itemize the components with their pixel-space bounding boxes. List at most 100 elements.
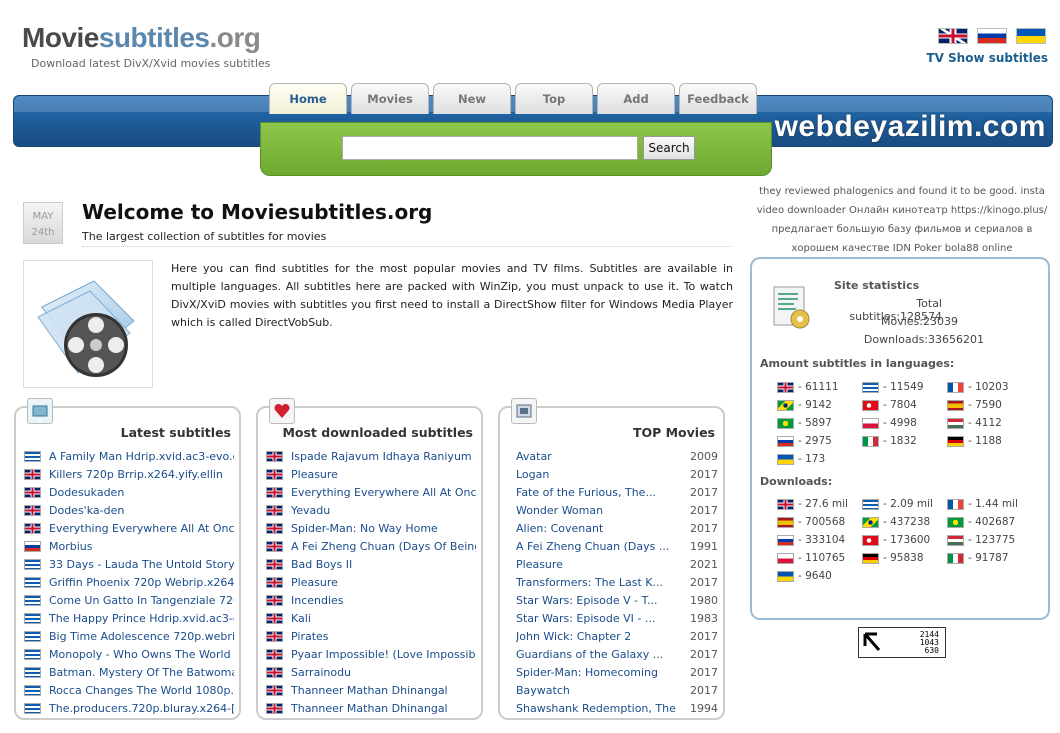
link-idn-poker[interactable]: IDN Poker: [893, 243, 942, 254]
list-item[interactable]: Thanneer Mathan Dhinangal: [266, 681, 476, 699]
item-title-link[interactable]: Griffin Phoenix 720p Webrip.x264.: [49, 576, 234, 589]
list-item[interactable]: Spider-Man: Homecoming 2017: [508, 663, 718, 681]
list-item[interactable]: Star Wars: Episode VI - ... 1983: [508, 609, 718, 627]
link-bola88[interactable]: bola88: [945, 243, 979, 254]
item-title-link[interactable]: Transformers: The Last K...: [516, 576, 663, 589]
list-item[interactable]: Batman. Mystery Of The Batwoman: [24, 663, 234, 681]
item-title-link[interactable]: Monopoly - Who Owns The World: [49, 648, 231, 661]
item-title-link[interactable]: Alien: Covenant: [516, 522, 603, 535]
item-title-link[interactable]: The Happy Prince Hdrip.xvid.ac3-ev: [49, 612, 234, 625]
list-item[interactable]: Shawshank Redemption, The 1994: [508, 699, 718, 717]
item-title-link[interactable]: Batman. Mystery Of The Batwoman: [49, 666, 234, 679]
list-item[interactable]: A Fei Zheng Chuan (Days ... 1991: [508, 537, 718, 555]
tv-show-subtitles-link[interactable]: TV Show subtitles: [926, 51, 1048, 65]
item-title-link[interactable]: Rocca Changes The World 1080p.blu: [49, 684, 234, 697]
russia-flag-icon[interactable]: [977, 28, 1007, 44]
item-title-link[interactable]: Killers 720p Brrip.x264.yify.ellin: [49, 468, 223, 481]
link-phalogenics[interactable]: they reviewed phalogenics: [759, 186, 893, 197]
list-item[interactable]: Star Wars: Episode V - T... 1980: [508, 591, 718, 609]
tab-top[interactable]: Top: [515, 83, 593, 114]
item-title-link[interactable]: The.producers.720p.bluray.x264-[yt: [49, 702, 234, 715]
item-title-link[interactable]: Pleasure: [516, 558, 563, 571]
item-title-link[interactable]: Pirates: [291, 630, 329, 643]
uk-flag-icon[interactable]: [938, 28, 968, 44]
item-title-link[interactable]: Yevadu: [291, 504, 330, 517]
list-item[interactable]: Come Un Gatto In Tangenziale 720p.: [24, 591, 234, 609]
site-logo[interactable]: Moviesubtitles.org: [22, 22, 261, 54]
item-title-link[interactable]: Star Wars: Episode VI - ...: [516, 612, 655, 625]
list-item[interactable]: A Family Man Hdrip.xvid.ac3-evo.el: [24, 447, 234, 465]
list-item[interactable]: Guardians of the Galaxy ... 2017: [508, 645, 718, 663]
list-item[interactable]: 33 Days - Lauda The Untold Story: [24, 555, 234, 573]
ukraine-flag-icon[interactable]: [1016, 28, 1046, 44]
item-title-link[interactable]: John Wick: Chapter 2: [516, 630, 631, 643]
item-title-link[interactable]: A Fei Zheng Chuan (Days ...: [516, 540, 669, 553]
visit-counter[interactable]: 2144 1043 630: [858, 627, 946, 658]
tab-new[interactable]: New: [433, 83, 511, 114]
item-title-link[interactable]: Pleasure: [291, 576, 338, 589]
item-title-link[interactable]: Avatar: [516, 450, 552, 463]
list-item[interactable]: Dodesukaden: [24, 483, 234, 501]
list-item[interactable]: Sarrainodu: [266, 663, 476, 681]
list-item[interactable]: A Fei Zheng Chuan (Days Of Being Wi: [266, 537, 476, 555]
list-item[interactable]: Pleasure: [266, 573, 476, 591]
list-item[interactable]: Avatar 2009: [508, 447, 718, 465]
search-button[interactable]: Search: [643, 136, 695, 160]
list-item[interactable]: Monopoly - Who Owns The World: [24, 645, 234, 663]
item-title-link[interactable]: A Fei Zheng Chuan (Days Of Being Wi: [291, 540, 476, 553]
list-item[interactable]: Logan 2017: [508, 465, 718, 483]
item-title-link[interactable]: Everything Everywhere All At Once: [49, 522, 234, 535]
list-item[interactable]: Pleasure: [266, 465, 476, 483]
item-title-link[interactable]: Come Un Gatto In Tangenziale 720p.: [49, 594, 234, 607]
tab-add[interactable]: Add: [597, 83, 675, 114]
item-title-link[interactable]: Spider-Man: Homecoming: [516, 666, 658, 679]
item-title-link[interactable]: Ispade Rajavum Idhaya Raniyum: [291, 450, 472, 463]
list-item[interactable]: Baywatch 2017: [508, 681, 718, 699]
list-item[interactable]: Everything Everywhere All At Once: [24, 519, 234, 537]
list-item[interactable]: Ispade Rajavum Idhaya Raniyum: [266, 447, 476, 465]
item-title-link[interactable]: Sarrainodu: [291, 666, 351, 679]
item-title-link[interactable]: 33 Days - Lauda The Untold Story: [49, 558, 234, 571]
item-title-link[interactable]: Star Wars: Episode V - T...: [516, 594, 658, 607]
list-item[interactable]: Griffin Phoenix 720p Webrip.x264.: [24, 573, 234, 591]
item-title-link[interactable]: Pleasure: [291, 468, 338, 481]
item-title-link[interactable]: Wonder Woman: [516, 504, 603, 517]
item-title-link[interactable]: Kali: [291, 612, 311, 625]
list-item[interactable]: Yevadu: [266, 501, 476, 519]
list-item[interactable]: Pleasure 2021: [508, 555, 718, 573]
list-item[interactable]: Incendies: [266, 591, 476, 609]
list-item[interactable]: The.producers.720p.bluray.x264-[yt: [24, 699, 234, 717]
item-title-link[interactable]: Morbius: [49, 540, 92, 553]
list-item[interactable]: Pyaar Impossible! (Love Impossible!: [266, 645, 476, 663]
list-item[interactable]: Dodes'ka-den: [24, 501, 234, 519]
list-item[interactable]: Everything Everywhere All At Once: [266, 483, 476, 501]
search-input[interactable]: [342, 136, 638, 160]
list-item[interactable]: Alien: Covenant 2017: [508, 519, 718, 537]
list-item[interactable]: Wonder Woman 2017: [508, 501, 718, 519]
item-title-link[interactable]: Baywatch: [516, 684, 570, 697]
list-item[interactable]: Thanneer Mathan Dhinangal: [266, 699, 476, 717]
list-item[interactable]: Bad Boys II: [266, 555, 476, 573]
item-title-link[interactable]: A Family Man Hdrip.xvid.ac3-evo.el: [49, 450, 234, 463]
item-title-link[interactable]: Bad Boys II: [291, 558, 352, 571]
item-title-link[interactable]: Incendies: [291, 594, 344, 607]
item-title-link[interactable]: Big Time Adolescence 720p.webrip.: [49, 630, 234, 643]
tab-home[interactable]: Home: [269, 83, 347, 114]
item-title-link[interactable]: Guardians of the Galaxy ...: [516, 648, 663, 661]
list-item[interactable]: John Wick: Chapter 2 2017: [508, 627, 718, 645]
item-title-link[interactable]: Shawshank Redemption, The: [516, 702, 676, 715]
list-item[interactable]: Morbius: [24, 537, 234, 555]
item-title-link[interactable]: Logan: [516, 468, 549, 481]
item-title-link[interactable]: Everything Everywhere All At Once: [291, 486, 476, 499]
tab-movies[interactable]: Movies: [351, 83, 429, 114]
list-item[interactable]: Pirates: [266, 627, 476, 645]
tab-feedback[interactable]: Feedback: [679, 83, 757, 114]
list-item[interactable]: Killers 720p Brrip.x264.yify.ellin: [24, 465, 234, 483]
list-item[interactable]: Spider-Man: No Way Home: [266, 519, 476, 537]
list-item[interactable]: Kali: [266, 609, 476, 627]
item-title-link[interactable]: Thanneer Mathan Dhinangal: [291, 684, 448, 697]
list-item[interactable]: The Happy Prince Hdrip.xvid.ac3-ev: [24, 609, 234, 627]
item-title-link[interactable]: Fate of the Furious, The...: [516, 486, 656, 499]
list-item[interactable]: Transformers: The Last K... 2017: [508, 573, 718, 591]
item-title-link[interactable]: Pyaar Impossible! (Love Impossible!: [291, 648, 476, 661]
